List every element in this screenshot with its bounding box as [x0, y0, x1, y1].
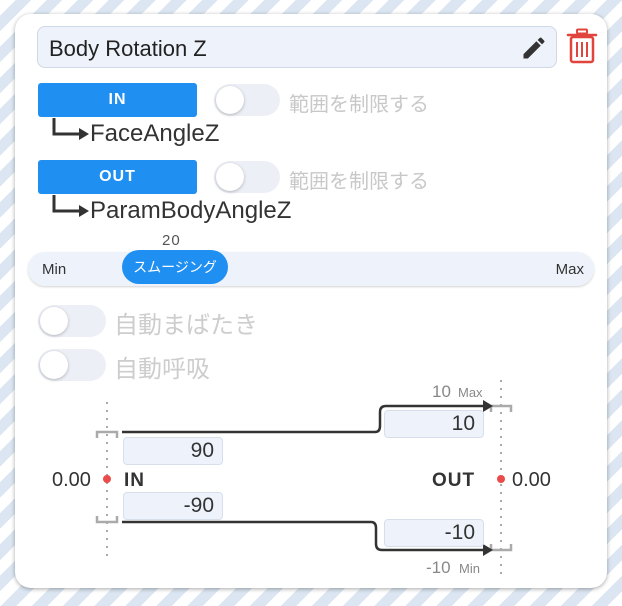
in-min-input[interactable]: -90 — [123, 492, 223, 520]
out-max-caption-number: 10 — [432, 382, 451, 401]
out-min-caption-number: -10 — [426, 558, 451, 577]
in-min-bracket[interactable] — [95, 516, 119, 524]
out-max-caption-text: Max — [458, 385, 483, 400]
in-max-input[interactable]: 90 — [123, 437, 223, 465]
in-axis-label: IN — [124, 470, 145, 491]
out-min-input[interactable]: -10 — [384, 519, 484, 547]
mapping-graph — [95, 380, 513, 580]
out-indicator-dot — [497, 475, 505, 483]
in-current-value: 0.00 — [52, 469, 91, 491]
in-indicator-dot — [103, 475, 111, 483]
out-axis-label: OUT — [432, 470, 476, 491]
mapping-card: Body Rotation Z IN 範囲を制限する FaceAngleZ OU… — [15, 14, 607, 588]
out-min-caption-text: Min — [459, 561, 480, 576]
out-min-bracket[interactable] — [489, 544, 513, 552]
out-max-input[interactable]: 10 — [384, 410, 484, 438]
out-max-bracket[interactable] — [489, 404, 513, 412]
out-current-value: 0.00 — [512, 469, 551, 491]
